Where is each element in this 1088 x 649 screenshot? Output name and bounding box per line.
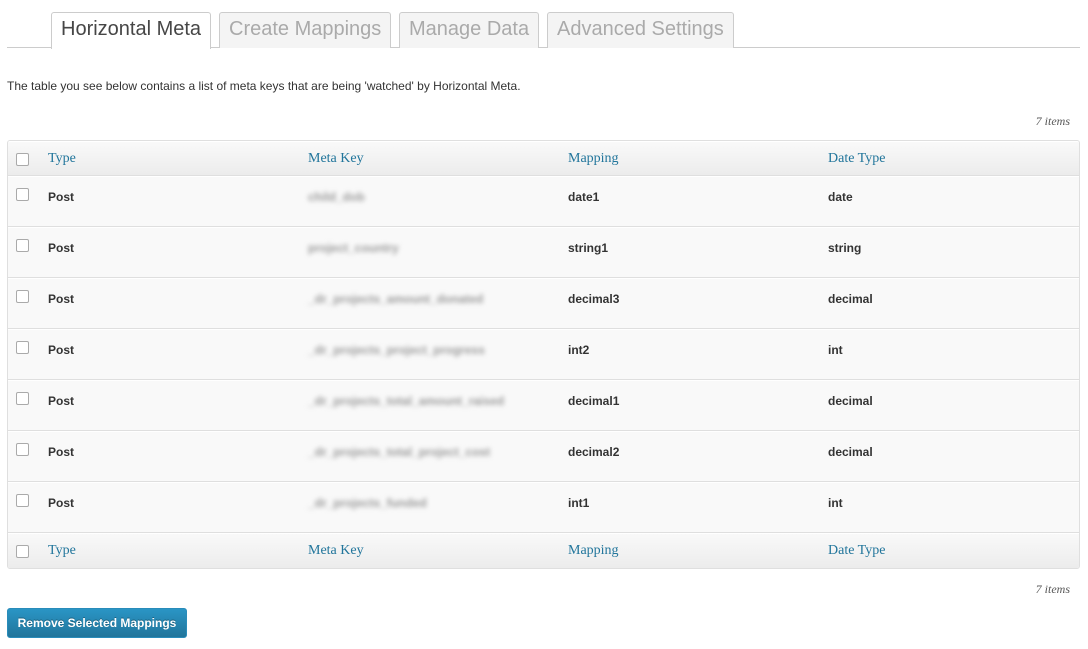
cell-mapping: decimal1 — [568, 394, 620, 408]
mappings-table: Type Meta Key Mapping Date Type Post chi… — [7, 140, 1080, 569]
table-row: Post _dr_projects_funded int1 int — [8, 482, 1079, 533]
table-header: Type Meta Key Mapping Date Type — [8, 141, 1079, 176]
cell-mapping: int2 — [568, 343, 590, 357]
cell-meta-key: child_dob — [308, 190, 365, 204]
table-row: Post _dr_projects_amount_donated decimal… — [8, 278, 1079, 329]
column-footer-date-type[interactable]: Date Type — [828, 543, 885, 559]
row-checkbox[interactable] — [16, 392, 29, 405]
cell-type: Post — [48, 292, 75, 306]
cell-type: Post — [48, 394, 75, 408]
row-checkbox[interactable] — [16, 239, 29, 252]
cell-date-type: int — [828, 496, 843, 510]
select-all-checkbox[interactable] — [16, 153, 29, 166]
column-footer-mapping[interactable]: Mapping — [568, 543, 619, 559]
row-checkbox[interactable] — [16, 341, 29, 354]
cell-date-type: date — [828, 190, 853, 204]
column-footer-meta-key[interactable]: Meta Key — [308, 543, 364, 559]
cell-meta-key: _dr_projects_amount_donated — [308, 292, 484, 306]
column-header-mapping[interactable]: Mapping — [568, 151, 619, 167]
cell-type: Post — [48, 190, 75, 204]
table-row: Post child_dob date1 date — [8, 176, 1079, 227]
intro-text: The table you see below contains a list … — [7, 79, 521, 93]
select-all-checkbox-footer[interactable] — [16, 545, 29, 558]
table-row: Post _dr_projects_total_project_cost dec… — [8, 431, 1079, 482]
cell-type: Post — [48, 445, 75, 459]
column-header-type[interactable]: Type — [48, 151, 76, 167]
table-row: Post _dr_projects_total_amount_raised de… — [8, 380, 1079, 431]
cell-date-type: int — [828, 343, 843, 357]
tab-horizontal-meta[interactable]: Horizontal Meta — [51, 12, 212, 49]
tab-create-mappings[interactable]: Create Mappings — [219, 12, 392, 48]
column-footer-type[interactable]: Type — [48, 543, 76, 559]
cell-type: Post — [48, 343, 75, 357]
row-checkbox[interactable] — [16, 443, 29, 456]
row-checkbox[interactable] — [16, 494, 29, 507]
item-count-top: 7 items — [1035, 114, 1070, 128]
cell-type: Post — [48, 496, 75, 510]
cell-meta-key: _dr_projects_total_project_cost — [308, 445, 491, 459]
column-header-date-type[interactable]: Date Type — [828, 151, 885, 167]
table-row: Post _dr_projects_project_progress int2 … — [8, 329, 1079, 380]
row-checkbox[interactable] — [16, 290, 29, 303]
tab-manage-data[interactable]: Manage Data — [399, 12, 540, 48]
cell-meta-key: project_country — [308, 241, 399, 255]
cell-date-type: string — [828, 241, 862, 255]
cell-mapping: int1 — [568, 496, 590, 510]
cell-date-type: decimal — [828, 292, 873, 306]
cell-date-type: decimal — [828, 394, 873, 408]
cell-meta-key: _dr_projects_total_amount_raised — [308, 394, 505, 408]
column-header-meta-key[interactable]: Meta Key — [308, 151, 364, 167]
cell-date-type: decimal — [828, 445, 873, 459]
cell-type: Post — [48, 241, 75, 255]
tab-bar: Horizontal Meta Create Mappings Manage D… — [7, 12, 1080, 49]
cell-mapping: decimal2 — [568, 445, 620, 459]
table-row: Post project_country string1 string — [8, 227, 1079, 278]
cell-mapping: string1 — [568, 241, 609, 255]
cell-meta-key: _dr_projects_funded — [308, 496, 427, 510]
table-footer: Type Meta Key Mapping Date Type — [8, 533, 1079, 568]
cell-mapping: decimal3 — [568, 292, 620, 306]
remove-selected-mappings-button[interactable]: Remove Selected Mappings — [7, 608, 187, 638]
item-count-bottom: 7 items — [1035, 582, 1070, 596]
tab-advanced-settings[interactable]: Advanced Settings — [547, 12, 734, 48]
cell-mapping: date1 — [568, 190, 600, 204]
cell-meta-key: _dr_projects_project_progress — [308, 343, 485, 357]
row-checkbox[interactable] — [16, 188, 29, 201]
